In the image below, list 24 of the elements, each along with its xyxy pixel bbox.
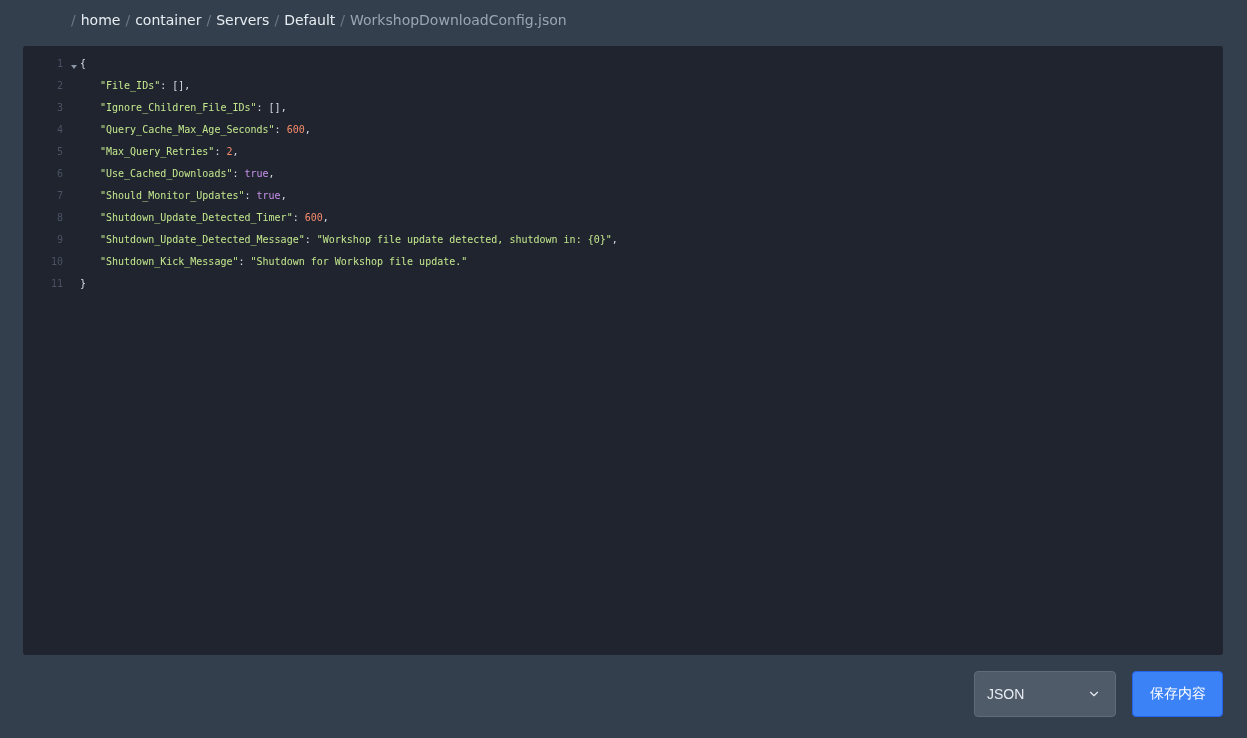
breadcrumb-link[interactable]: home [80,12,121,28]
save-button[interactable]: 保存内容 [1132,671,1223,717]
code-line: { [80,57,87,69]
breadcrumb-link[interactable]: Default [284,12,336,28]
breadcrumb-current: WorkshopDownloadConfig.json [350,12,567,28]
code-line: "Ignore_Children_File_IDs": [], [100,101,287,113]
code-line: "Use_Cached_Downloads": true, [100,167,275,179]
breadcrumb-link[interactable]: container [135,12,202,28]
code-line: "Shutdown_Update_Detected_Timer": 600, [100,211,329,223]
code-line: "Should_Monitor_Updates": true, [100,189,287,201]
fold-caret-icon[interactable] [71,63,77,70]
breadcrumb-separator: / [274,12,280,28]
language-select[interactable]: JSON [974,671,1116,717]
breadcrumb-separator: / [125,12,131,28]
code-line: "Shutdown_Update_Detected_Message": "Workshop file update detected, shutdown in: {0}", [100,233,618,245]
breadcrumb-link[interactable]: Servers [216,12,270,28]
code-line: "Max_Query_Retries": 2, [100,145,239,157]
breadcrumb-separator: / [206,12,212,28]
code-line: "File_IDs": [], [100,79,191,91]
code-line: "Shutdown_Kick_Message": "Shutdown for Workshop file update." [100,255,468,267]
breadcrumb-separator: / [71,12,76,28]
breadcrumb-separator: / [340,12,345,28]
code-line: } [80,277,87,289]
code-line: "Query_Cache_Max_Age_Seconds": 600, [100,123,311,135]
